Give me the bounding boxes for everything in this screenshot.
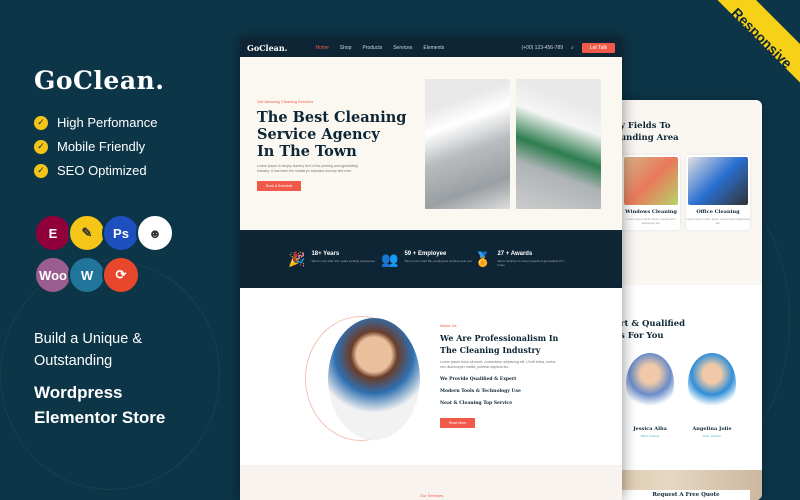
- about-point: Modern Tools & Technology Use: [440, 389, 521, 394]
- read-more-button[interactable]: Read More: [440, 418, 476, 428]
- team-member: Angelina Jolie Team Cleaner: [683, 422, 741, 438]
- team-member: Jessica Alba Office Cleaner: [621, 422, 679, 438]
- nav-elements[interactable]: Elements: [423, 45, 444, 51]
- quote-box: Request A Free Quote: [622, 490, 750, 500]
- title-line: The Cleaning Industry: [440, 345, 541, 355]
- promo-panel: GoClean. ✓ High Perfomance ✓ Mobile Friend…: [34, 66, 164, 178]
- about-point: We Provide Qualified & Expert: [440, 377, 517, 382]
- photoshop-icon: Ps: [102, 214, 140, 252]
- phone-number: (+00) 123-456-789: [521, 44, 564, 51]
- site-nav: GoClean. Home Shop Products Services Ele…: [240, 38, 622, 57]
- about-photo: [328, 318, 420, 440]
- notes-icon: ✎: [68, 214, 106, 252]
- feature-label: High Perfomance: [57, 115, 158, 130]
- check-icon: ✓: [34, 163, 48, 178]
- award-icon: 🏅: [474, 250, 492, 267]
- stat-item: 👥 59 + Employee We've more than 59+ employ…: [381, 251, 474, 268]
- hero-photo-sofa: [425, 79, 510, 209]
- card-title: Windows Cleaning: [625, 209, 677, 215]
- feature-item: ✓ High Perfomance: [34, 115, 164, 130]
- hero-eyebrow: Get Amazing Cleaning Services: [257, 99, 314, 104]
- member-name: Angelina Jolie: [692, 426, 732, 432]
- nav-shop[interactable]: Shop: [340, 45, 352, 51]
- card-image: [624, 157, 678, 205]
- feature-item: ✓ Mobile Friendly: [34, 139, 164, 154]
- team-photo: [688, 353, 736, 413]
- check-icon: ✓: [34, 139, 48, 154]
- card-text: Lorem ipsum dolor amet, consectetur adip…: [626, 217, 676, 225]
- member-role: Team Cleaner: [702, 434, 722, 438]
- refresh-icon: ⟳: [102, 256, 140, 294]
- hero-text: Lorem ipsum is simply dummy text of the …: [257, 164, 358, 173]
- stats-band: 🎉 18+ Years We've more than 18+ years work…: [240, 230, 622, 288]
- title-line: y Fields To: [620, 121, 671, 131]
- team-photo: [626, 353, 674, 413]
- stat-title: 27 + Awards: [497, 250, 533, 257]
- title-line: rt & Qualified: [620, 319, 686, 329]
- title-line: The Best Cleaning: [257, 109, 407, 126]
- about-text: Lorem ipsum dolor sit amet, consectetur …: [440, 360, 556, 369]
- title-line: Service Agency: [257, 126, 380, 143]
- stat-title: 59 + Employee: [404, 250, 447, 257]
- hero-photo-vacuum: [516, 79, 601, 209]
- tagline: Build a Unique & Outstanding: [34, 328, 142, 372]
- search-icon[interactable]: ⌕: [571, 45, 574, 51]
- brand-logo: GoClean.: [34, 66, 165, 95]
- member-name: Jessica Alba: [633, 426, 667, 432]
- lets-talk-button[interactable]: Let Talk: [581, 42, 615, 53]
- services-section: Our Services: [240, 465, 622, 500]
- member-role: Office Cleaner: [640, 434, 660, 438]
- woocommerce-icon: Woo: [34, 256, 72, 294]
- card-title: Office Cleaning: [696, 209, 740, 215]
- book-schedule-button[interactable]: Book A Schedule: [257, 181, 302, 191]
- service-card[interactable]: Windows Cleaning Lorem ipsum dolor amet, …: [622, 155, 680, 230]
- nav-products[interactable]: Products: [362, 45, 382, 51]
- product-name: Wordpress Elementor Store: [34, 380, 165, 430]
- feature-item: ✓ SEO Optimized: [34, 163, 164, 178]
- nav-home[interactable]: Home: [315, 45, 328, 51]
- stat-text: We've more than 18+ years working experi…: [311, 258, 376, 263]
- wordpress-icon: W: [68, 256, 106, 294]
- feature-label: Mobile Friendly: [57, 139, 146, 154]
- tagline-line: Build a Unique &: [34, 331, 143, 347]
- about-title: We Are Professionalism In The Cleaning In…: [440, 332, 610, 356]
- hero-section: Get Amazing Cleaning Services The Best C…: [240, 57, 622, 230]
- title-line: We Are Professionalism In: [440, 333, 559, 343]
- hero-title: The Best Cleaning Service Agency In The To…: [257, 109, 407, 160]
- product-line: Wordpress: [34, 383, 123, 402]
- site-logo[interactable]: GoClean.: [247, 43, 287, 53]
- quote-title: Request A Free Quote: [652, 492, 720, 498]
- about-section: About Us We Are Professionalism In The Cl…: [240, 288, 622, 465]
- responsive-ribbon: Responsive: [690, 0, 800, 110]
- title-line: unding Area: [620, 133, 679, 143]
- desktop-mockup: GoClean. Home Shop Products Services Ele…: [240, 38, 622, 500]
- plugin-logos: E ✎ Ps ☻ Woo W ⟳: [34, 214, 174, 298]
- stat-text: We've more than 59+ employees working ne…: [404, 258, 473, 263]
- mailchimp-icon: ☻: [136, 214, 174, 252]
- people-icon: 👥: [381, 250, 399, 267]
- stat-item: 🏅 27 + Awards We're working on many projec…: [474, 251, 567, 268]
- about-point: Neat & Cleaning Top Service: [440, 401, 513, 406]
- feature-label: SEO Optimized: [57, 163, 147, 178]
- card-text: Lorem ipsum dolor amet, consectetur adip…: [686, 217, 750, 225]
- services-eyebrow: Our Services: [420, 493, 444, 498]
- nav-services[interactable]: Services: [393, 45, 412, 51]
- tagline-line: Outstanding: [34, 353, 113, 369]
- stat-title: 18+ Years: [311, 250, 340, 257]
- check-icon: ✓: [34, 115, 48, 130]
- team-title: rt & Qualified s For You: [620, 318, 685, 342]
- stat-text: We're working on many projects & get awa…: [497, 258, 565, 267]
- stat-item: 🎉 18+ Years We've more than 18+ years work…: [288, 251, 381, 268]
- title-line: In The Town: [257, 143, 357, 160]
- about-eyebrow: About Us: [440, 323, 457, 328]
- fields-title: y Fields To unding Area: [620, 120, 679, 144]
- service-card[interactable]: Office Cleaning Lorem ipsum dolor amet, c…: [686, 155, 750, 230]
- product-line: Elementor Store: [34, 408, 166, 427]
- card-image: [688, 157, 748, 205]
- elementor-icon: E: [34, 214, 72, 252]
- title-line: s For You: [620, 331, 664, 341]
- party-popper-icon: 🎉: [288, 250, 306, 267]
